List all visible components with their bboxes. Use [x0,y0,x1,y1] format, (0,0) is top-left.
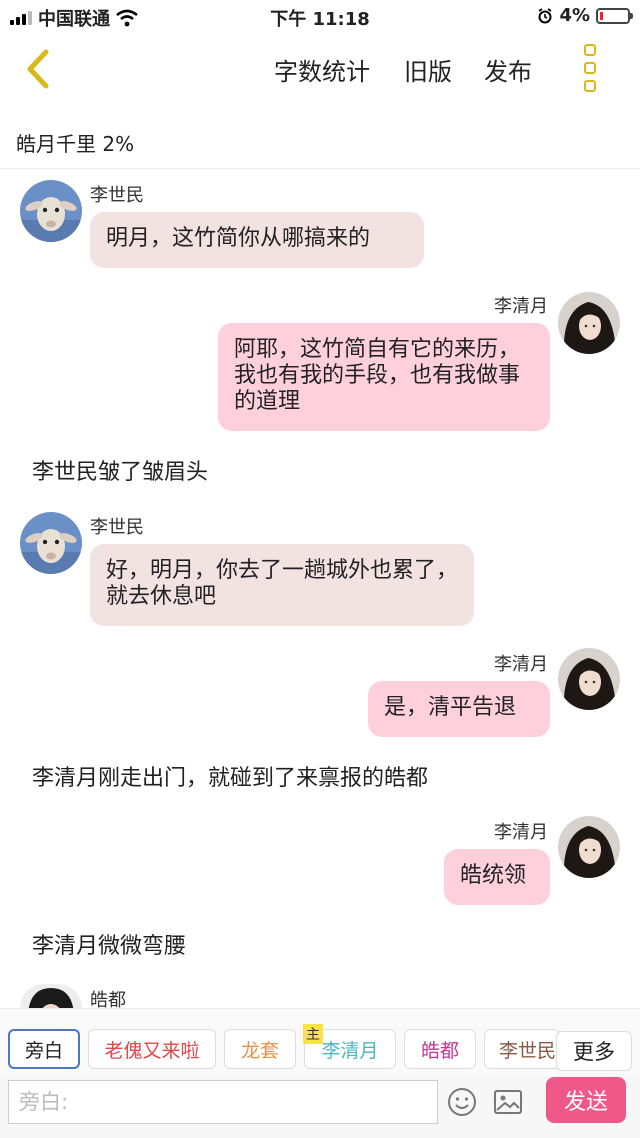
status-bar: 中国联通 下午 11:18 4% [0,0,640,32]
status-right: 4% [537,5,633,26]
battery-icon [596,7,633,24]
sender-name: 李清月 [494,822,548,843]
role-chip[interactable]: 龙套 [224,1029,296,1069]
avatar-haodu[interactable] [20,984,82,1008]
divider [0,168,640,169]
image-icon[interactable] [492,1086,524,1118]
avatar-li-qingyue[interactable] [558,292,620,354]
old-version-button[interactable]: 旧版 [404,52,452,87]
role-chip-main[interactable]: 主 李清月 [303,1024,396,1069]
alarm-icon [538,7,552,23]
input-bar: 发送 [0,1076,640,1138]
role-label: 龙套 [240,1039,279,1062]
send-button[interactable]: 发送 [546,1077,626,1123]
sender-name: 李世民 [90,517,144,538]
role-label: 李清月 [321,1039,379,1062]
nav-bar: 字数统计 旧版 发布 [0,32,640,106]
message-bubble[interactable]: 皓统领 [444,849,550,905]
word-count-button[interactable]: 字数统计 [274,52,370,87]
message-bubble[interactable]: 是，清平告退 [368,681,550,737]
role-label: 李世民 [499,1039,557,1062]
main-role-badge: 主 [303,1024,323,1044]
publish-button[interactable]: 发布 [484,52,532,87]
role-chip[interactable]: 老傀又来啦 [88,1029,216,1069]
narration-text: 李清月刚走出门，就碰到了来禀报的皓都 [32,766,429,791]
role-selector-bar: 旁白 老傀又来啦 龙套 主 李清月 皓都 李世民 更多 [0,1008,640,1076]
role-chip[interactable]: 李世民 [484,1029,560,1069]
sender-name: 李清月 [494,296,548,317]
role-label: 老傀又来啦 [104,1039,200,1062]
story-progress: 皓月千里 2% [16,132,135,156]
sender-name: 李清月 [494,654,548,675]
sender-name: 李世民 [90,185,144,206]
avatar-li-qingyue[interactable] [558,648,620,710]
more-menu-icon[interactable] [578,44,602,92]
narration-text: 李世民皱了皱眉头 [32,460,209,485]
message-input[interactable] [8,1080,438,1124]
narration-text: 李清月微微弯腰 [32,934,187,959]
role-chip[interactable]: 皓都 [404,1029,476,1069]
emoji-icon[interactable] [446,1086,478,1118]
message-bubble[interactable]: 阿耶，这竹简自有它的来历，我也有我的手段，也有我做事的道理 [218,323,550,431]
role-label: 旁白 [24,1039,63,1062]
battery-percent: 4% [559,5,590,26]
avatar-li-qingyue[interactable] [558,816,620,878]
more-roles-button[interactable]: 更多 [556,1031,632,1071]
avatar-sheep[interactable] [20,180,82,242]
message-bubble[interactable]: 好，明月，你去了一趟城外也累了，就去休息吧 [90,544,474,626]
message-bubble[interactable]: 明月，这竹简你从哪搞来的 [90,212,424,268]
role-chip-narrator[interactable]: 旁白 [8,1029,80,1069]
back-icon[interactable] [20,46,60,92]
role-label: 皓都 [420,1039,459,1062]
avatar-sheep[interactable] [20,512,82,574]
